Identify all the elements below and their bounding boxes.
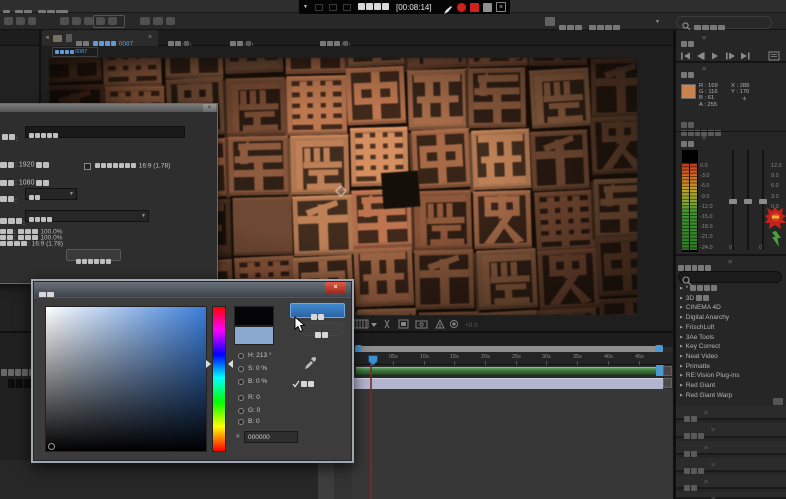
svg-text:+0.0: +0.0 [465,322,478,329]
